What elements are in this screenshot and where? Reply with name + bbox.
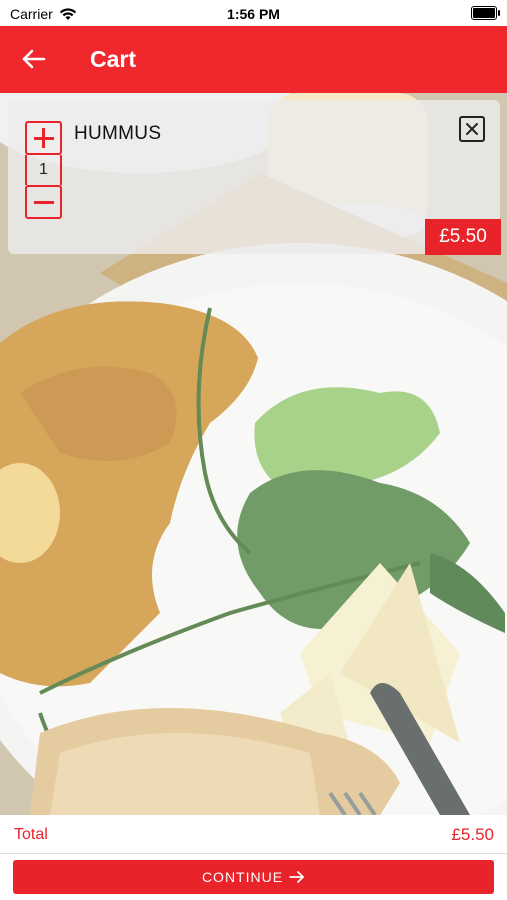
total-row: Total £5.50 xyxy=(0,815,507,854)
item-price-badge: £5.50 xyxy=(425,219,501,255)
continue-label: CONTINUE xyxy=(201,869,284,885)
minus-icon xyxy=(33,200,54,204)
increase-quantity-button[interactable] xyxy=(25,121,62,155)
status-time: 1:56 PM xyxy=(227,6,280,22)
back-button[interactable] xyxy=(20,46,50,72)
arrow-right-icon xyxy=(289,871,304,883)
remove-item-button[interactable] xyxy=(459,116,485,142)
cart-footer: Total £5.50 CONTINUE xyxy=(0,815,507,900)
item-name: HUMMUS xyxy=(74,123,162,144)
total-label: Total xyxy=(14,826,48,843)
close-icon xyxy=(466,123,478,135)
arrow-left-icon xyxy=(22,49,46,69)
continue-button[interactable]: CONTINUE xyxy=(13,860,494,894)
app-bar: Cart xyxy=(0,26,507,93)
status-bar: Carrier 1:56 PM xyxy=(0,0,507,26)
battery-icon xyxy=(471,6,500,20)
quantity-value: 1 xyxy=(25,155,62,185)
decrease-quantity-button[interactable] xyxy=(25,185,62,219)
total-value: £5.50 xyxy=(451,825,494,844)
page-title: Cart xyxy=(90,46,137,72)
plus-icon xyxy=(33,128,54,148)
quantity-stepper: 1 xyxy=(25,121,62,219)
